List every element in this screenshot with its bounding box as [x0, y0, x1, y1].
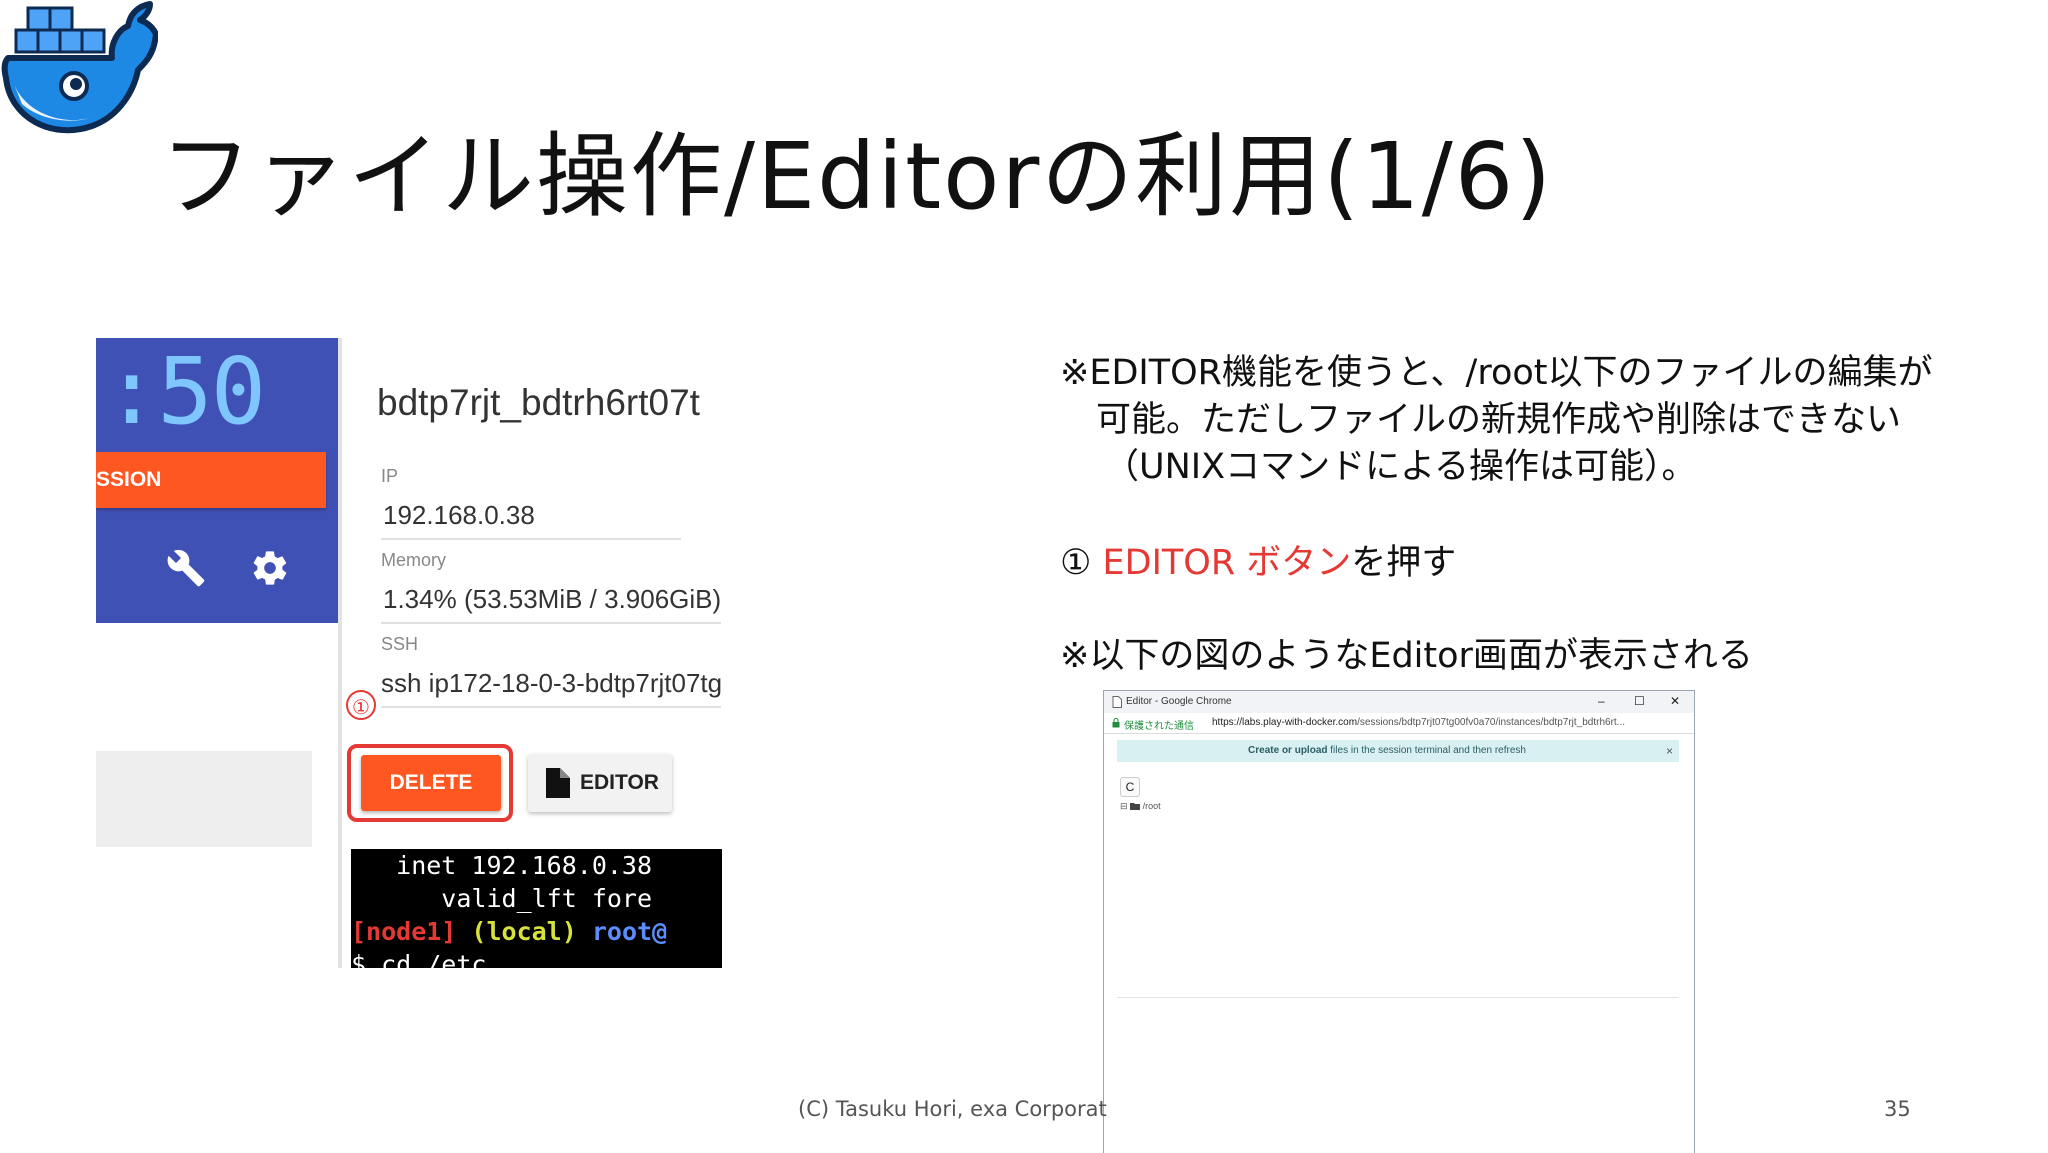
- step-1-rest: を押す: [1351, 543, 1457, 583]
- collapse-icon[interactable]: ⊟: [1120, 801, 1128, 811]
- memory-underline: [381, 622, 721, 624]
- url-text: https://labs.play-with-docker.com/sessio…: [1212, 717, 1625, 728]
- note-editor-screen: ※以下の図のようなEditor画面が表示される: [1060, 636, 1753, 676]
- terminal[interactable]: inet 192.168.0.38 valid_lft fore [node1]…: [351, 849, 722, 968]
- terminal-line: valid_lft fore: [351, 884, 653, 913]
- terminal-line: $ cd /etc: [351, 950, 487, 968]
- url-path: /sessions/bdtp7rjt07tg00fv0a70/instances…: [1357, 717, 1626, 728]
- copyright-footer: (C) Tasuku Hori, exa Corporat: [798, 1097, 1107, 1121]
- editor-window-screenshot: Editor - Google Chrome – ☐ ✕ 保護された通信 htt…: [1103, 690, 1695, 1153]
- close-window-button[interactable]: ✕: [1670, 694, 1680, 708]
- secure-label: 保護された通信: [1124, 721, 1194, 732]
- alert-text: files in the session terminal and then r…: [1330, 745, 1526, 756]
- note-editor-line2: 可能。ただしファイルの新規作成や削除はできない: [1096, 400, 1902, 440]
- alert-message: Create or upload files in the session te…: [1117, 745, 1657, 756]
- maximize-button[interactable]: ☐: [1634, 694, 1645, 708]
- step-1-marker: ①: [1060, 543, 1092, 583]
- close-session-button[interactable]: SSION: [96, 452, 326, 508]
- ssh-label: SSH: [381, 634, 419, 654]
- page-number: 35: [1884, 1097, 1911, 1121]
- close-session-label: SSION: [96, 468, 162, 491]
- editor-button-label: EDITOR: [580, 771, 659, 794]
- terminal-line: inet 192.168.0.38: [351, 851, 653, 880]
- window-title: Editor - Google Chrome: [1126, 696, 1232, 707]
- gear-icon[interactable]: [250, 548, 290, 588]
- file-icon: [546, 768, 570, 798]
- memory-value: 1.34% (53.53MiB / 3.906GiB): [383, 584, 722, 614]
- slide-title: ファイル操作/Editorの利用(1/6): [160, 123, 1554, 230]
- step-1-instruction: ① EDITOR ボタンを押す: [1060, 540, 1456, 587]
- ssh-command[interactable]: ssh ip172-18-0-3-bdtp7rjt07tg: [381, 668, 722, 699]
- step-1-highlight: EDITOR ボタン: [1102, 543, 1352, 583]
- prompt-local: (local): [471, 917, 577, 946]
- reload-button[interactable]: C: [1120, 777, 1140, 797]
- alert-bold-text: Create or upload: [1248, 745, 1328, 756]
- docker-whale-logo: [1, 1, 158, 134]
- prompt-node: [node1]: [351, 917, 457, 946]
- page-icon: [1112, 696, 1122, 708]
- note-editor-line3: （UNIXコマンドによる操作は可能）。: [1104, 447, 1697, 487]
- terminal-prompt-line: [node1] (local) root@: [351, 915, 667, 948]
- root-folder-label: /root: [1142, 801, 1161, 811]
- wrench-icon[interactable]: [166, 548, 206, 588]
- panel-divider: [338, 338, 342, 968]
- empty-instance-slot: [96, 751, 312, 847]
- instance-title: bdtp7rjt_bdtrh6rt07t: [377, 382, 700, 423]
- editor-separator: [1117, 997, 1679, 998]
- alert-close-icon[interactable]: ×: [1666, 744, 1673, 758]
- delete-button[interactable]: DELETE: [361, 755, 501, 811]
- prompt-user: root@: [591, 917, 668, 946]
- note-editor-line1: ※EDITOR機能を使うと、/root以下のファイルの編集が: [1060, 353, 1933, 393]
- editor-button[interactable]: EDITOR: [528, 754, 672, 812]
- session-header-panel: :50 SSION: [96, 338, 338, 623]
- session-timer: :50: [104, 338, 266, 445]
- window-titlebar: Editor - Google Chrome – ☐ ✕: [1104, 691, 1694, 713]
- address-bar[interactable]: 保護された通信 https://labs.play-with-docker.co…: [1104, 713, 1694, 734]
- ssh-underline: [381, 706, 721, 708]
- file-tree-root[interactable]: ⊟ /root: [1120, 801, 1161, 812]
- memory-label: Memory: [381, 550, 447, 570]
- step-marker-1: ①: [346, 690, 376, 720]
- ip-label: IP: [381, 466, 399, 486]
- ip-value: 192.168.0.38: [383, 500, 535, 530]
- lock-icon: [1112, 718, 1120, 728]
- play-with-docker-screenshot: :50 SSION bdtp7rjt_bdtrh6rt07t IP 192.16…: [96, 338, 722, 968]
- info-alert: Create or upload files in the session te…: [1117, 740, 1679, 762]
- folder-icon: [1130, 803, 1141, 810]
- minimize-button[interactable]: –: [1598, 694, 1605, 708]
- url-host: https://labs.play-with-docker.com: [1212, 717, 1358, 728]
- ip-underline: [381, 538, 681, 540]
